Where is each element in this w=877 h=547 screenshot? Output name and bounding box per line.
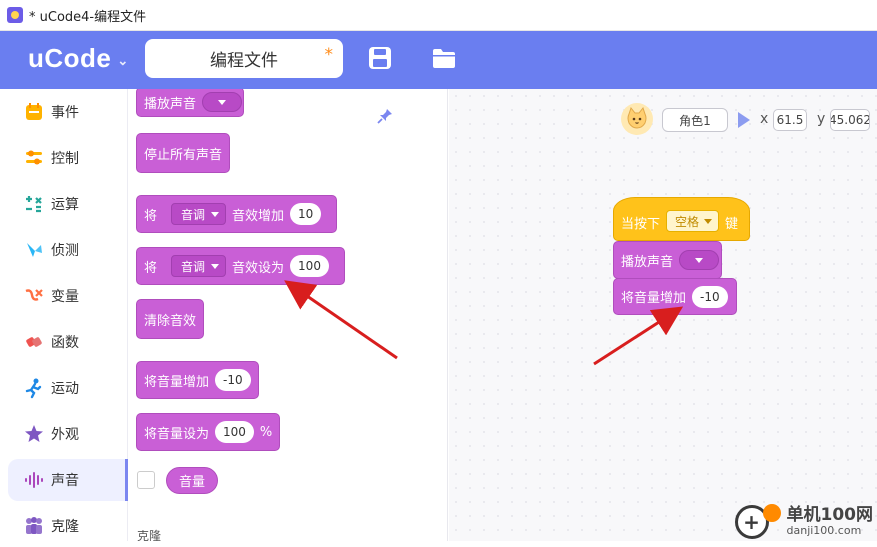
- sound-icon: [25, 472, 43, 488]
- y-coordinate-input[interactable]: 45.062: [830, 109, 870, 131]
- file-name-tab[interactable]: 编程文件 *: [145, 39, 343, 78]
- block-change-volume[interactable]: 将音量增加 -10: [136, 361, 259, 399]
- script-block-change-volume[interactable]: 将音量增加 -10: [613, 278, 737, 315]
- event-icon: [26, 103, 42, 120]
- script-hat-key-pressed[interactable]: 当按下 空格 键: [613, 197, 750, 241]
- sprite-name-field[interactable]: 角色1: [662, 108, 728, 132]
- window-titlebar: * uCode4-编程文件: [0, 0, 877, 31]
- category-sidebar: 事件 控制 运算 侦测 变量 函数 运动 外观 声音 克隆: [0, 89, 128, 541]
- unsaved-indicator: *: [324, 45, 334, 65]
- cat-sprite-icon: [627, 106, 647, 129]
- play-icon[interactable]: [738, 112, 750, 128]
- category-motion[interactable]: 运动: [8, 367, 128, 409]
- volume-change-input[interactable]: -10: [692, 285, 728, 308]
- block-change-sound-effect[interactable]: 将 音调 音效增加 10: [136, 195, 337, 233]
- volume-reporter[interactable]: 音量: [166, 467, 219, 494]
- script-canvas[interactable]: 角色1 x 61.5 y 45.062 当按下 空格 键 播放声音 将音量增加 …: [449, 89, 877, 541]
- block-stop-all-sounds[interactable]: 停止所有声音: [136, 133, 230, 173]
- x-label: x: [760, 111, 769, 127]
- y-label: y: [817, 111, 826, 127]
- effect-dropdown[interactable]: 音调: [171, 203, 227, 225]
- key-dropdown[interactable]: 空格: [666, 210, 720, 232]
- category-looks[interactable]: 外观: [8, 413, 128, 455]
- control-icon: [26, 150, 42, 165]
- app-icon: [7, 7, 23, 23]
- x-coordinate-input[interactable]: 61.5: [773, 109, 807, 131]
- clone-icon: [26, 517, 42, 534]
- category-sensing[interactable]: 侦测: [8, 229, 128, 271]
- save-icon[interactable]: [367, 45, 393, 71]
- motion-icon: [25, 378, 42, 399]
- effect-amount-input[interactable]: 10: [290, 203, 322, 225]
- window-title: * uCode4-编程文件: [29, 9, 147, 25]
- orange-dot-icon: [762, 504, 781, 522]
- app-logo-menu[interactable]: uCode ⌄: [28, 43, 129, 74]
- effect-dropdown[interactable]: 音调: [171, 255, 227, 277]
- category-sound[interactable]: 声音: [8, 459, 128, 501]
- function-icon: [26, 337, 42, 347]
- block-set-volume[interactable]: 将音量设为 100 %: [136, 413, 280, 451]
- category-function[interactable]: 函数: [8, 321, 128, 363]
- file-name: 编程文件: [210, 51, 278, 71]
- sound-dropdown[interactable]: [679, 250, 720, 270]
- operator-icon: [26, 196, 42, 213]
- volume-set-input[interactable]: 100: [215, 421, 254, 443]
- app-header: uCode ⌄ 编程文件 *: [0, 31, 877, 89]
- looks-icon: [25, 425, 43, 442]
- folder-icon[interactable]: [431, 45, 457, 71]
- watermark-logo: + 单机100网 danji100.com: [734, 504, 873, 539]
- block-palette: 播放声音 停止所有声音 将 音调 音效增加 10 将 音调 音效设为 100 清…: [128, 89, 448, 541]
- pin-icon[interactable]: [376, 107, 394, 125]
- chevron-down-icon: ⌄: [117, 52, 129, 68]
- variable-icon: [25, 289, 43, 301]
- volume-monitor-checkbox[interactable]: [137, 471, 155, 489]
- category-variable[interactable]: 变量: [8, 275, 128, 317]
- category-control[interactable]: 控制: [8, 137, 128, 179]
- block-set-sound-effect[interactable]: 将 音调 音效设为 100: [136, 247, 345, 285]
- sound-dropdown[interactable]: [202, 92, 243, 112]
- effect-value-input[interactable]: 100: [290, 255, 329, 277]
- category-operator[interactable]: 运算: [8, 183, 128, 225]
- script-block-play-sound[interactable]: 播放声音: [613, 241, 722, 279]
- block-clear-sound-effects[interactable]: 清除音效: [136, 299, 204, 339]
- sensing-icon: [27, 243, 42, 257]
- app-logo: uCode: [28, 43, 112, 73]
- volume-change-input[interactable]: -10: [215, 369, 251, 391]
- sprite-avatar[interactable]: [621, 103, 653, 135]
- block-play-sound[interactable]: 播放声音: [136, 89, 244, 117]
- section-heading-clone: 克隆: [137, 529, 162, 541]
- category-event[interactable]: 事件: [8, 91, 128, 133]
